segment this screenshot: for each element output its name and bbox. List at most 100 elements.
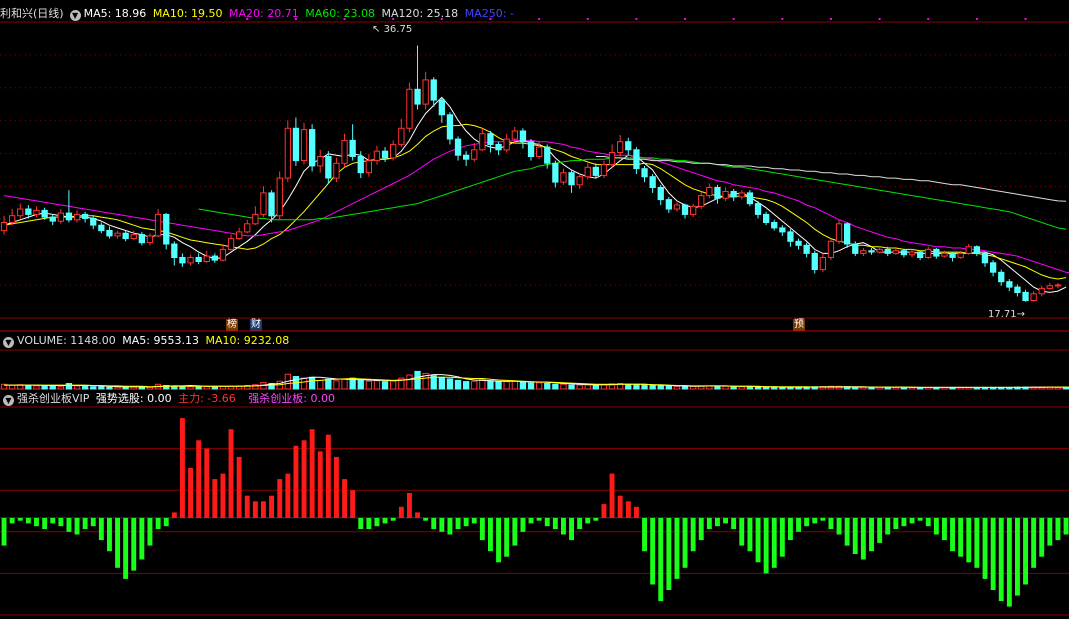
indicator-bar[interactable] (252, 501, 258, 518)
candle[interactable] (57, 212, 65, 222)
indicator-bar[interactable] (504, 517, 510, 557)
indicator-bar[interactable] (942, 517, 947, 541)
volume-bar[interactable] (365, 380, 373, 390)
indicator-bar[interactable] (115, 517, 120, 568)
indicator-bar[interactable] (42, 517, 48, 529)
volume-bar[interactable] (641, 384, 648, 390)
volume-bar[interactable] (211, 386, 218, 390)
indicator-bar[interactable] (763, 517, 769, 574)
indicator-bar[interactable] (220, 473, 226, 518)
indicator-bar[interactable] (771, 517, 777, 568)
indicator-bar[interactable] (309, 429, 315, 518)
indicator-bar[interactable] (552, 517, 558, 529)
candle[interactable] (690, 205, 697, 215)
candle[interactable] (82, 213, 89, 219)
volume-bar[interactable] (90, 386, 97, 390)
candle[interactable] (414, 88, 421, 105)
indicator-bar[interactable] (261, 501, 266, 518)
volume-bar[interactable] (73, 385, 81, 390)
volume-bar[interactable] (527, 382, 535, 390)
candle[interactable] (990, 262, 997, 273)
candle[interactable] (965, 246, 972, 254)
candle[interactable] (219, 248, 227, 261)
indicator-bar[interactable] (585, 517, 591, 524)
volume-bar[interactable] (325, 378, 332, 390)
candle[interactable] (884, 248, 891, 254)
volume-bar[interactable] (584, 384, 591, 390)
indicator-bar[interactable] (196, 440, 202, 518)
indicator-bar[interactable] (398, 506, 404, 518)
candle[interactable] (941, 252, 948, 257)
volume-bar[interactable] (130, 386, 137, 390)
candle[interactable] (365, 160, 373, 174)
indicator-bar[interactable] (285, 473, 291, 518)
indicator-bar[interactable] (382, 517, 388, 524)
candle[interactable] (681, 204, 689, 215)
candle[interactable] (1046, 285, 1053, 289)
candle[interactable] (292, 127, 300, 162)
volume-bar[interactable] (487, 380, 494, 390)
indicator-bar[interactable] (479, 517, 485, 541)
candle[interactable] (211, 255, 218, 261)
indicator-bar[interactable] (698, 517, 704, 541)
volume-bar[interactable] (106, 386, 113, 390)
indicator-bar[interactable] (804, 517, 810, 527)
indicator-bar[interactable] (520, 517, 526, 532)
volume-bar[interactable] (681, 385, 689, 390)
indicator-bar[interactable] (512, 517, 518, 546)
indicator-bar[interactable] (358, 517, 364, 529)
indicator-bar[interactable] (325, 434, 331, 518)
indicator-bar[interactable] (715, 517, 720, 527)
indicator-bar[interactable] (869, 517, 874, 552)
volume-bar[interactable] (114, 386, 121, 390)
volume-bar[interactable] (446, 378, 454, 390)
candle[interactable] (90, 217, 97, 226)
candle[interactable] (998, 271, 1005, 283)
candle[interactable] (479, 133, 486, 151)
indicator-bar[interactable] (1055, 517, 1061, 541)
indicator-bar[interactable] (131, 517, 137, 571)
candle[interactable] (203, 255, 210, 263)
candle[interactable] (438, 99, 446, 116)
indicator-bar[interactable] (974, 517, 980, 568)
indicator-bar[interactable] (666, 517, 672, 590)
volume-bar[interactable] (592, 384, 600, 390)
candle[interactable] (179, 257, 186, 264)
candle[interactable] (252, 213, 259, 225)
candle[interactable] (892, 250, 900, 254)
indicator-bar[interactable] (958, 517, 964, 557)
candle[interactable] (446, 114, 454, 140)
indicator-bar[interactable] (204, 448, 210, 518)
volume-bar[interactable] (82, 385, 89, 390)
candle[interactable] (195, 257, 202, 262)
candle[interactable] (511, 130, 519, 140)
indicator-bar[interactable] (17, 517, 23, 521)
indicator-bar[interactable] (366, 517, 372, 529)
candle[interactable] (503, 138, 510, 151)
indicator-bar[interactable] (706, 517, 712, 529)
candle[interactable] (33, 209, 40, 215)
indicator-bar[interactable] (431, 517, 437, 529)
volume-bar[interactable] (479, 379, 486, 390)
volume-bar[interactable] (892, 386, 900, 390)
candle[interactable] (714, 187, 721, 199)
candle[interactable] (49, 216, 56, 222)
candle[interactable] (398, 127, 405, 145)
volume-bar[interactable] (463, 381, 470, 390)
candle[interactable] (827, 240, 835, 258)
candle[interactable] (917, 251, 924, 259)
indicator-bar[interactable] (844, 517, 850, 546)
volume-bar[interactable] (730, 386, 737, 390)
candle[interactable] (600, 164, 608, 176)
candle[interactable] (633, 149, 640, 170)
volume-bar[interactable] (649, 385, 656, 390)
candle[interactable] (584, 166, 591, 178)
indicator-bar[interactable] (674, 517, 680, 579)
volume-bar[interactable] (633, 384, 640, 390)
candle[interactable] (73, 213, 81, 221)
indicator-bar[interactable] (893, 517, 899, 529)
indicator-bar[interactable] (212, 479, 218, 518)
indicator-bar[interactable] (236, 456, 242, 518)
candle[interactable] (568, 172, 575, 186)
indicator-bar[interactable] (1039, 517, 1045, 557)
